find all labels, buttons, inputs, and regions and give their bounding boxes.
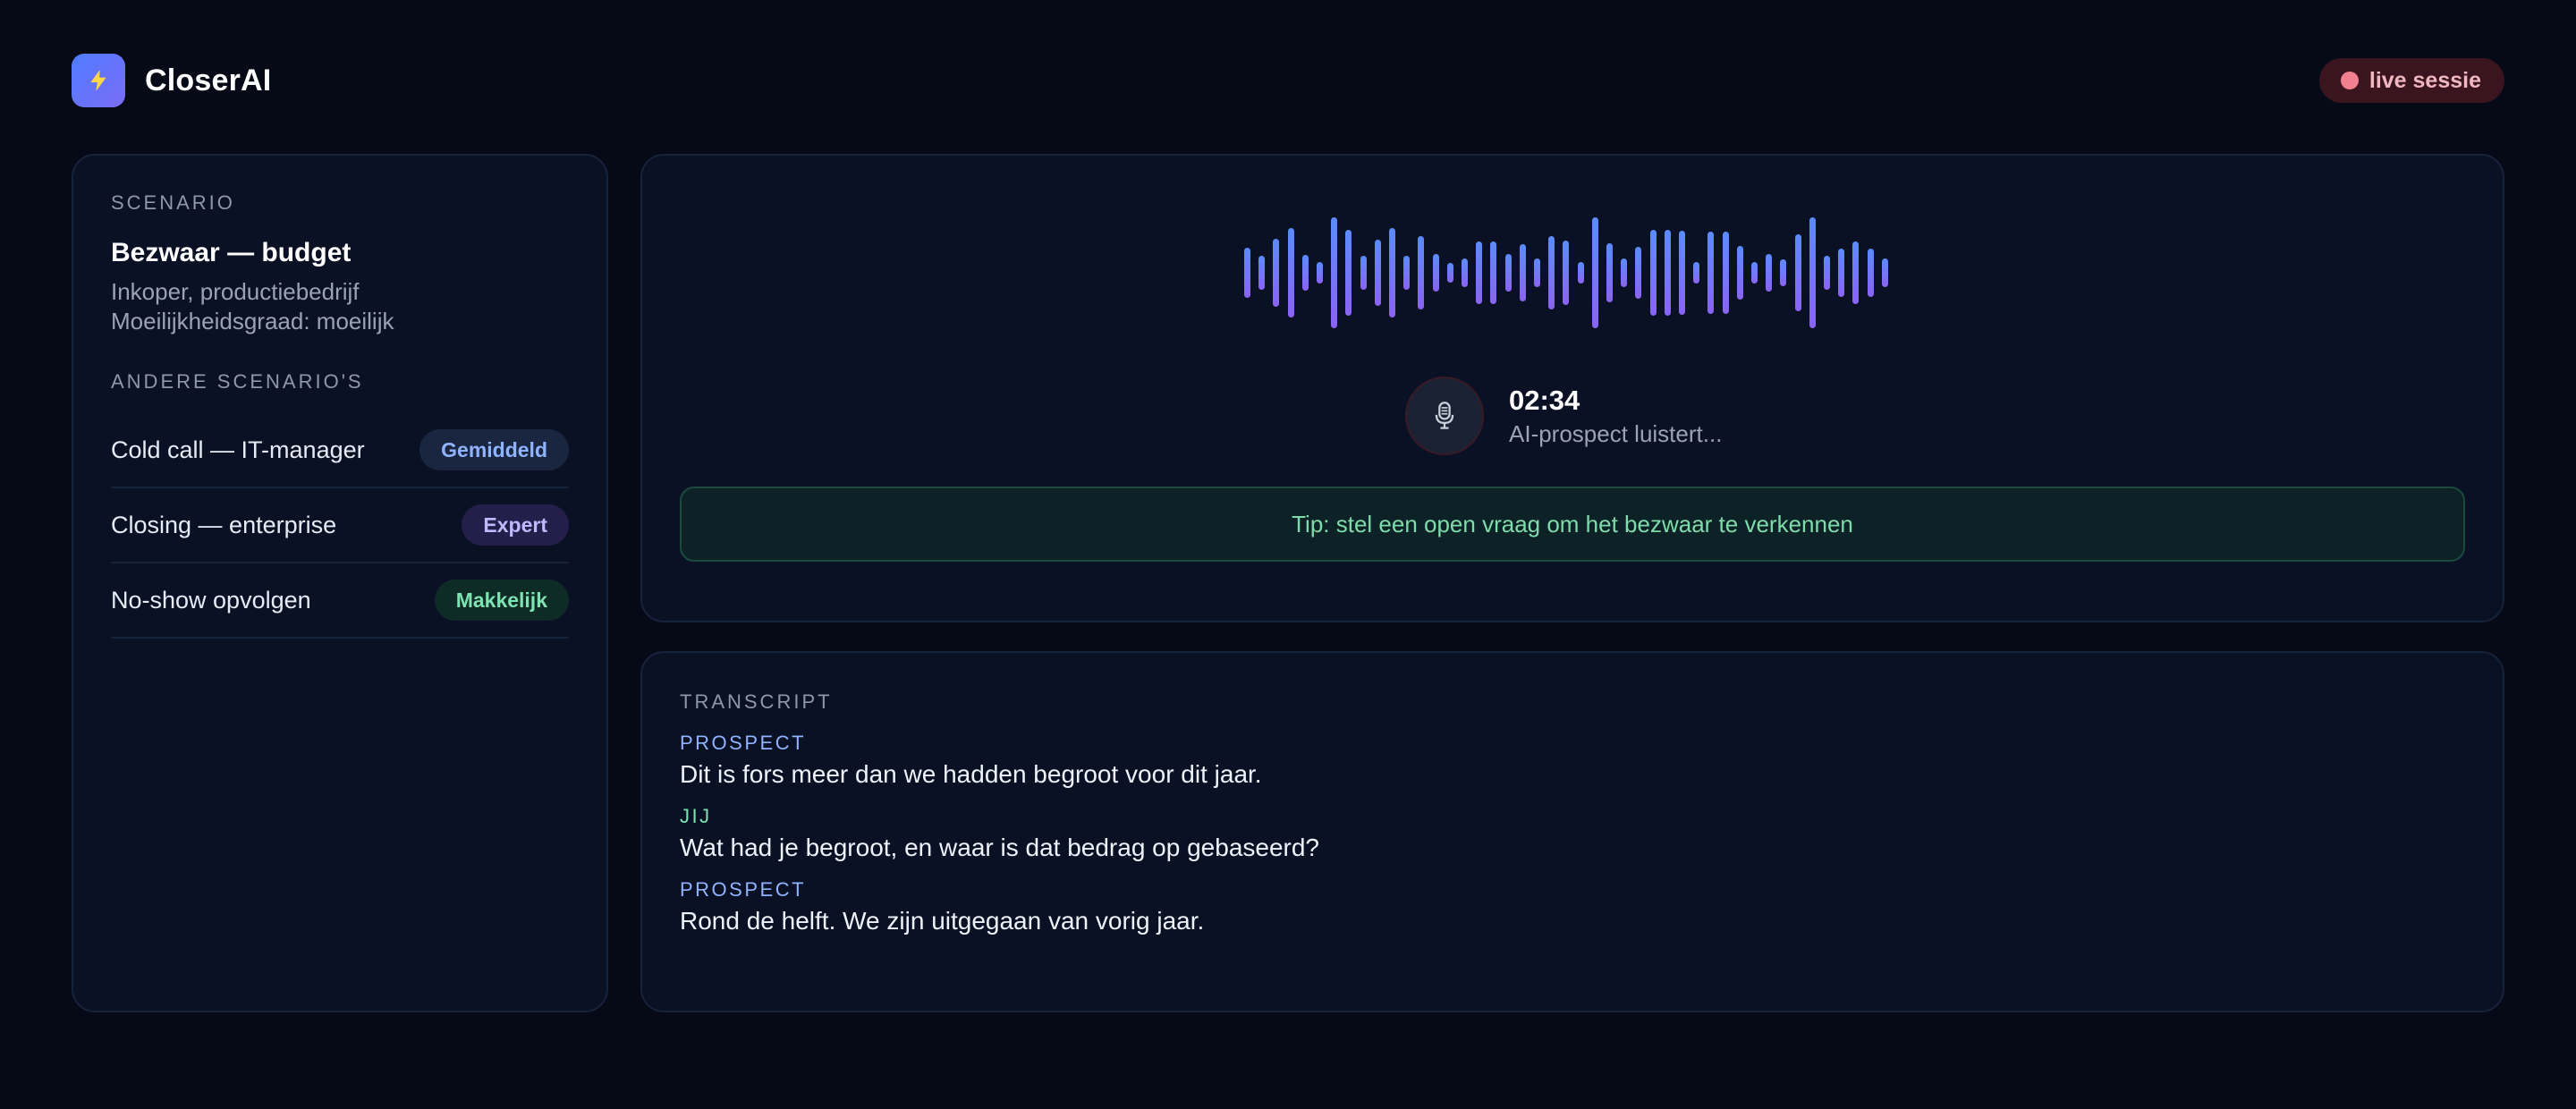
- transcript-section-label: TRANSCRIPT: [680, 690, 833, 713]
- scenario-title: Bezwaar — budget: [111, 238, 352, 267]
- waveform-bar: [1751, 261, 1758, 284]
- waveform-bar: [1345, 229, 1352, 317]
- transcript-message: PROSPECT Dit is fors meer dan we hadden …: [680, 732, 2465, 789]
- waveform-bar: [1432, 253, 1439, 292]
- top-bar: CloserAI live sessie: [72, 54, 2504, 107]
- waveform-bar: [1736, 246, 1743, 300]
- call-panel: 02:34 AI-prospect luistert... Tip: stel …: [640, 154, 2504, 622]
- waveform-bar: [1287, 228, 1294, 317]
- waveform-bar: [1446, 262, 1453, 284]
- waveform-bar: [1693, 261, 1700, 284]
- waveform-bar: [1273, 238, 1280, 308]
- waveform-bar: [1824, 256, 1830, 290]
- message-text: Rond de helft. We zijn uitgegaan van vor…: [680, 907, 1205, 935]
- scenario-item-label: Cold call — IT-manager: [111, 436, 365, 463]
- waveform-bar: [1707, 232, 1715, 314]
- scenario-persona: Inkoper, productiebedrijf: [111, 278, 360, 305]
- live-session-label: live sessie: [2368, 67, 2481, 93]
- scenario-item-label: No-show opvolgen: [111, 586, 311, 614]
- waveform-bar: [1881, 258, 1888, 288]
- call-status-row: 02:34 AI-prospect luistert...: [1405, 376, 1722, 456]
- waveform-bar: [1838, 248, 1845, 298]
- waveform-bar: [1418, 236, 1425, 309]
- waveform-bar: [1244, 248, 1250, 298]
- transcript-panel: TRANSCRIPT PROSPECT Dit is fors meer dan…: [640, 651, 2504, 1012]
- app-root: CloserAI live sessie SCENARIO Bezwaar — …: [0, 0, 2576, 1109]
- waveform-bar: [1374, 239, 1381, 307]
- waveform-bar: [1766, 253, 1773, 292]
- scenario-section-label: SCENARIO: [111, 191, 235, 214]
- waveform-bar: [1258, 256, 1266, 290]
- waveform-bar: [1591, 217, 1598, 328]
- waveform-bar: [1462, 258, 1468, 288]
- waveform-bar: [1389, 228, 1395, 317]
- coaching-tip: Tip: stel een open vraag om het bezwaar …: [680, 487, 2465, 562]
- scenario-item-cold-call[interactable]: Cold call — IT-manager Gemiddeld: [111, 413, 569, 488]
- transcript-message: JIJ Wat had je begroot, en waar is dat b…: [680, 805, 2465, 862]
- ai-status: AI-prospect luistert...: [1509, 419, 1723, 447]
- call-timer: 02:34: [1509, 384, 1580, 416]
- waveform-bar: [1794, 233, 1801, 312]
- waveform-bar: [1476, 241, 1483, 304]
- live-indicator-dot: [2340, 72, 2359, 89]
- waveform-bar: [1577, 261, 1584, 284]
- waveform-bar: [1649, 229, 1657, 317]
- scenario-item-label: Closing — enterprise: [111, 511, 337, 538]
- microphone-button[interactable]: [1405, 377, 1484, 455]
- waveform-bar: [1548, 236, 1555, 309]
- waveform-bar: [1679, 230, 1685, 316]
- difficulty-badge: Expert: [462, 504, 569, 546]
- waveform-bar: [1534, 258, 1540, 288]
- message-text: Wat had je begroot, en waar is dat bedra…: [680, 834, 1319, 861]
- waveform-bar: [1403, 256, 1411, 290]
- waveform-bar: [1809, 217, 1816, 328]
- waveform-bar: [1722, 232, 1729, 314]
- waveform-bar: [1519, 243, 1526, 302]
- audio-waveform: [1244, 215, 1906, 331]
- other-scenarios-list: Cold call — IT-manager Gemiddeld Closing…: [111, 413, 569, 639]
- transcript-message: PROSPECT Rond de helft. We zijn uitgegaa…: [680, 878, 2465, 935]
- message-text: Dit is fors meer dan we hadden begroot v…: [680, 760, 1262, 788]
- app-name: CloserAI: [145, 63, 272, 97]
- scenario-item-closing[interactable]: Closing — enterprise Expert: [111, 488, 569, 563]
- speaker-label: JIJ: [680, 805, 712, 827]
- waveform-bar: [1635, 247, 1642, 299]
- difficulty-badge: Makkelijk: [434, 580, 569, 621]
- speaker-label: PROSPECT: [680, 878, 807, 901]
- brand[interactable]: CloserAI: [72, 54, 271, 107]
- live-session-badge: live sessie: [2318, 58, 2504, 103]
- waveform-bar: [1780, 259, 1787, 286]
- call-info: 02:34 AI-prospect luistert...: [1509, 385, 1722, 448]
- waveform-bar: [1360, 256, 1367, 290]
- microphone-icon: [1435, 402, 1454, 429]
- waveform-bar: [1852, 241, 1860, 304]
- waveform-bar: [1563, 241, 1570, 305]
- waveform-bar: [1504, 253, 1512, 292]
- scenario-item-no-show[interactable]: No-show opvolgen Makkelijk: [111, 563, 569, 639]
- other-scenarios-label: ANDERE SCENARIO'S: [111, 370, 364, 393]
- speaker-label: PROSPECT: [680, 732, 807, 754]
- waveform-bar: [1606, 242, 1613, 303]
- waveform-bar: [1490, 241, 1497, 304]
- waveform-bar: [1301, 255, 1309, 291]
- waveform-bar: [1867, 248, 1874, 298]
- waveform-bar: [1317, 261, 1323, 284]
- difficulty-badge: Gemiddeld: [419, 429, 569, 470]
- waveform-bar: [1621, 258, 1628, 288]
- waveform-bar: [1664, 229, 1671, 317]
- lightning-icon: [72, 54, 125, 107]
- waveform-bar: [1331, 217, 1338, 328]
- scenario-panel: SCENARIO Bezwaar — budget Inkoper, produ…: [72, 154, 608, 1012]
- scenario-difficulty: Moeilijkheidsgraad: moeilijk: [111, 308, 394, 334]
